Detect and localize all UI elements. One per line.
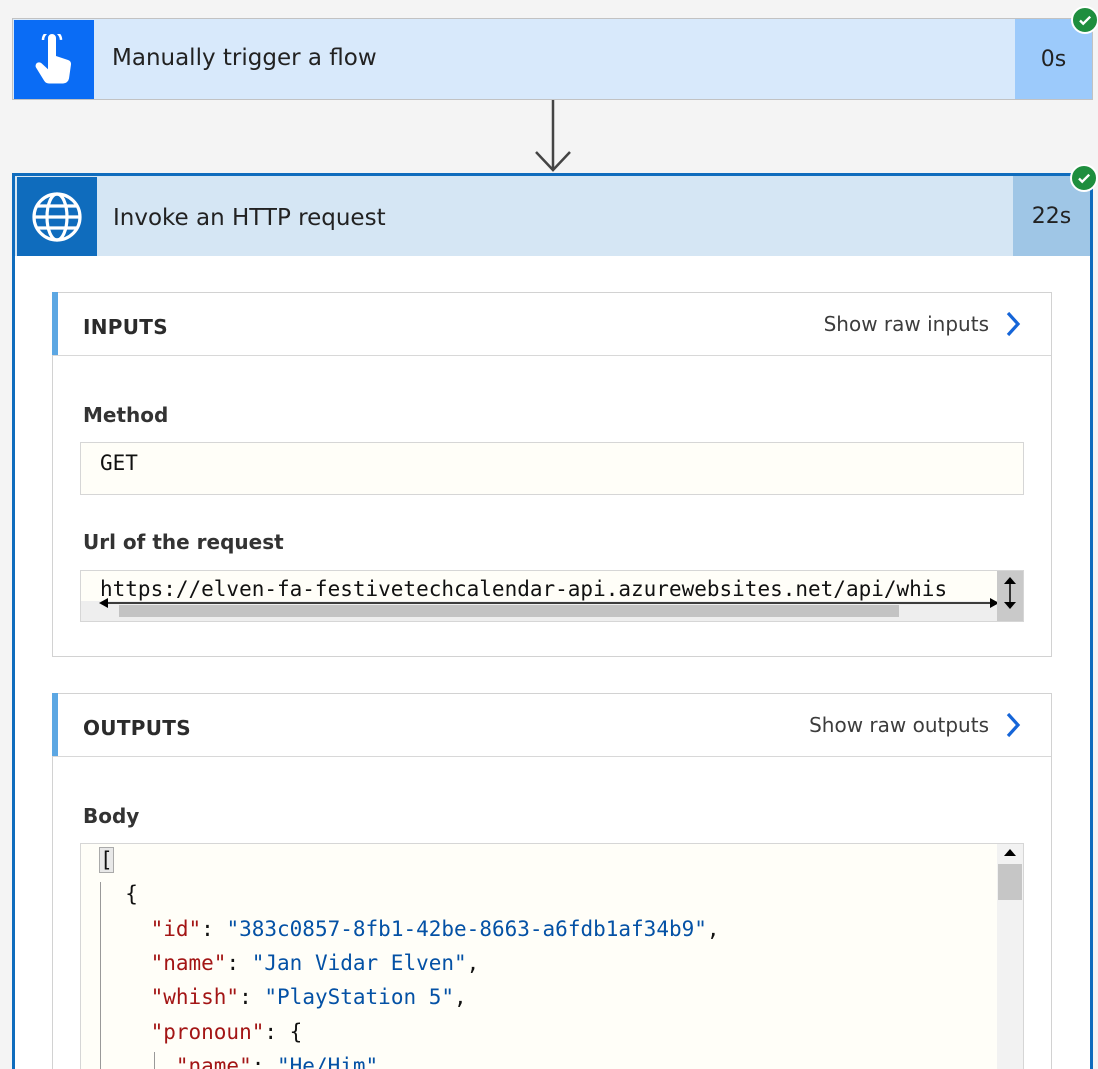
trigger-title: Manually trigger a flow (112, 45, 377, 71)
hand-pointer-icon (14, 20, 94, 99)
inputs-title: INPUTS (83, 315, 168, 339)
outputs-section: OUTPUTS Show raw outputs Body [ { "id": … (52, 693, 1052, 1069)
url-vertical-scrollbar[interactable] (997, 571, 1023, 621)
globe-icon (17, 177, 97, 256)
show-raw-outputs-link[interactable]: Show raw outputs (809, 712, 1021, 738)
connector-arrow-icon (535, 100, 571, 172)
body-json-viewer[interactable]: [ { "id": "383c0857-8fb1-42be-8663-a6fdb… (80, 843, 1024, 1069)
json-line: "name": "He/Him" (175, 1053, 379, 1069)
success-check-icon (1070, 164, 1098, 192)
inputs-header: INPUTS Show raw inputs (52, 292, 1051, 356)
json-vertical-scrollbar[interactable] (997, 844, 1023, 1069)
action-title: Invoke an HTTP request (113, 205, 386, 231)
outputs-title: OUTPUTS (83, 716, 191, 740)
method-label: Method (83, 403, 169, 427)
inputs-section: INPUTS Show raw inputs Method GET Url of… (52, 292, 1052, 657)
url-label: Url of the request (83, 530, 284, 554)
success-check-icon (1071, 6, 1098, 34)
json-line: { (125, 882, 138, 907)
json-line: "name": "Jan Vidar Elven", (150, 950, 480, 975)
indent-guide (154, 1052, 155, 1069)
json-line: [ (99, 847, 114, 873)
json-line: "id": "383c0857-8fb1-42be-8663-a6fdb1af3… (150, 916, 720, 941)
show-raw-outputs-label: Show raw outputs (809, 713, 989, 737)
resize-arrow-icon (99, 598, 999, 608)
chevron-right-icon (1006, 712, 1021, 738)
outputs-header: OUTPUTS Show raw outputs (52, 693, 1051, 757)
method-field[interactable]: GET (80, 442, 1024, 495)
url-field[interactable]: https://elven-fa-festivetechcalendar-api… (80, 570, 1024, 622)
indent-guide (100, 882, 101, 1069)
show-raw-inputs-link[interactable]: Show raw inputs (824, 311, 1021, 337)
chevron-right-icon (1006, 311, 1021, 337)
show-raw-inputs-label: Show raw inputs (823, 312, 989, 336)
json-scrollbar-thumb[interactable] (998, 864, 1022, 900)
scroll-up-arrow-icon (1004, 849, 1016, 856)
json-line: "whish": "PlayStation 5", (150, 985, 467, 1010)
action-header[interactable]: Invoke an HTTP request 22s (15, 176, 1090, 256)
trigger-card[interactable]: Manually trigger a flow 0s (12, 18, 1093, 100)
scroll-updown-icon (1004, 577, 1016, 609)
method-value: GET (100, 451, 138, 475)
http-action-card: Invoke an HTTP request 22s INPUTS Show r… (12, 173, 1093, 1069)
body-label: Body (83, 804, 140, 828)
json-line: "pronoun": { (150, 1019, 303, 1044)
